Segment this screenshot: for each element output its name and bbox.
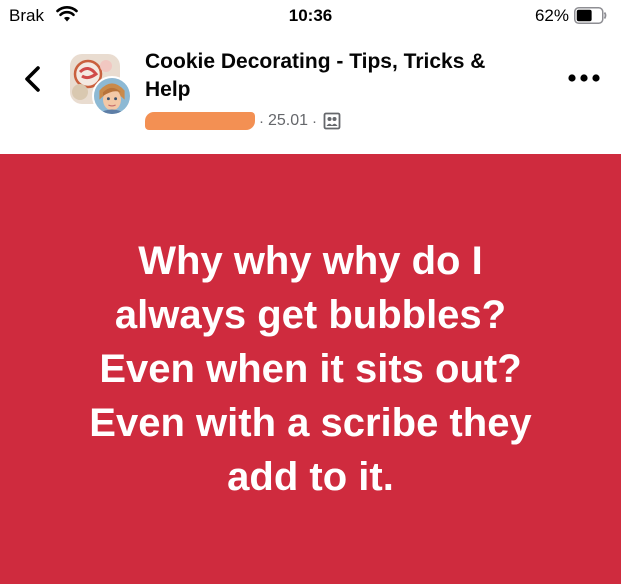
meta-separator: · [259,112,264,130]
post-background: Why why why do I always get bubbles? Eve… [0,154,621,584]
status-time: 10:36 [288,6,333,25]
back-chevron-icon[interactable] [20,64,46,94]
battery-percent: 62% [534,6,569,25]
battery-icon [574,7,607,24]
meta-separator: · [312,112,318,130]
post-text: Why why why do I always get bubbles? Eve… [89,239,532,499]
post-meta: · 25.01 · [145,110,341,132]
group-name[interactable]: Cookie Decorating - Tips, Tricks & Help [145,48,535,104]
avatar-group[interactable] [70,54,132,116]
audience-icon [323,112,341,130]
redacted-author-name [145,112,255,130]
user-avatar[interactable] [92,76,132,116]
post-date[interactable]: 25.01 [268,112,308,130]
post-header: Cookie Decorating - Tips, Tricks & Help … [0,34,621,152]
status-bar: Brak 10:36 62% [0,0,621,34]
more-options-icon[interactable] [567,72,601,84]
